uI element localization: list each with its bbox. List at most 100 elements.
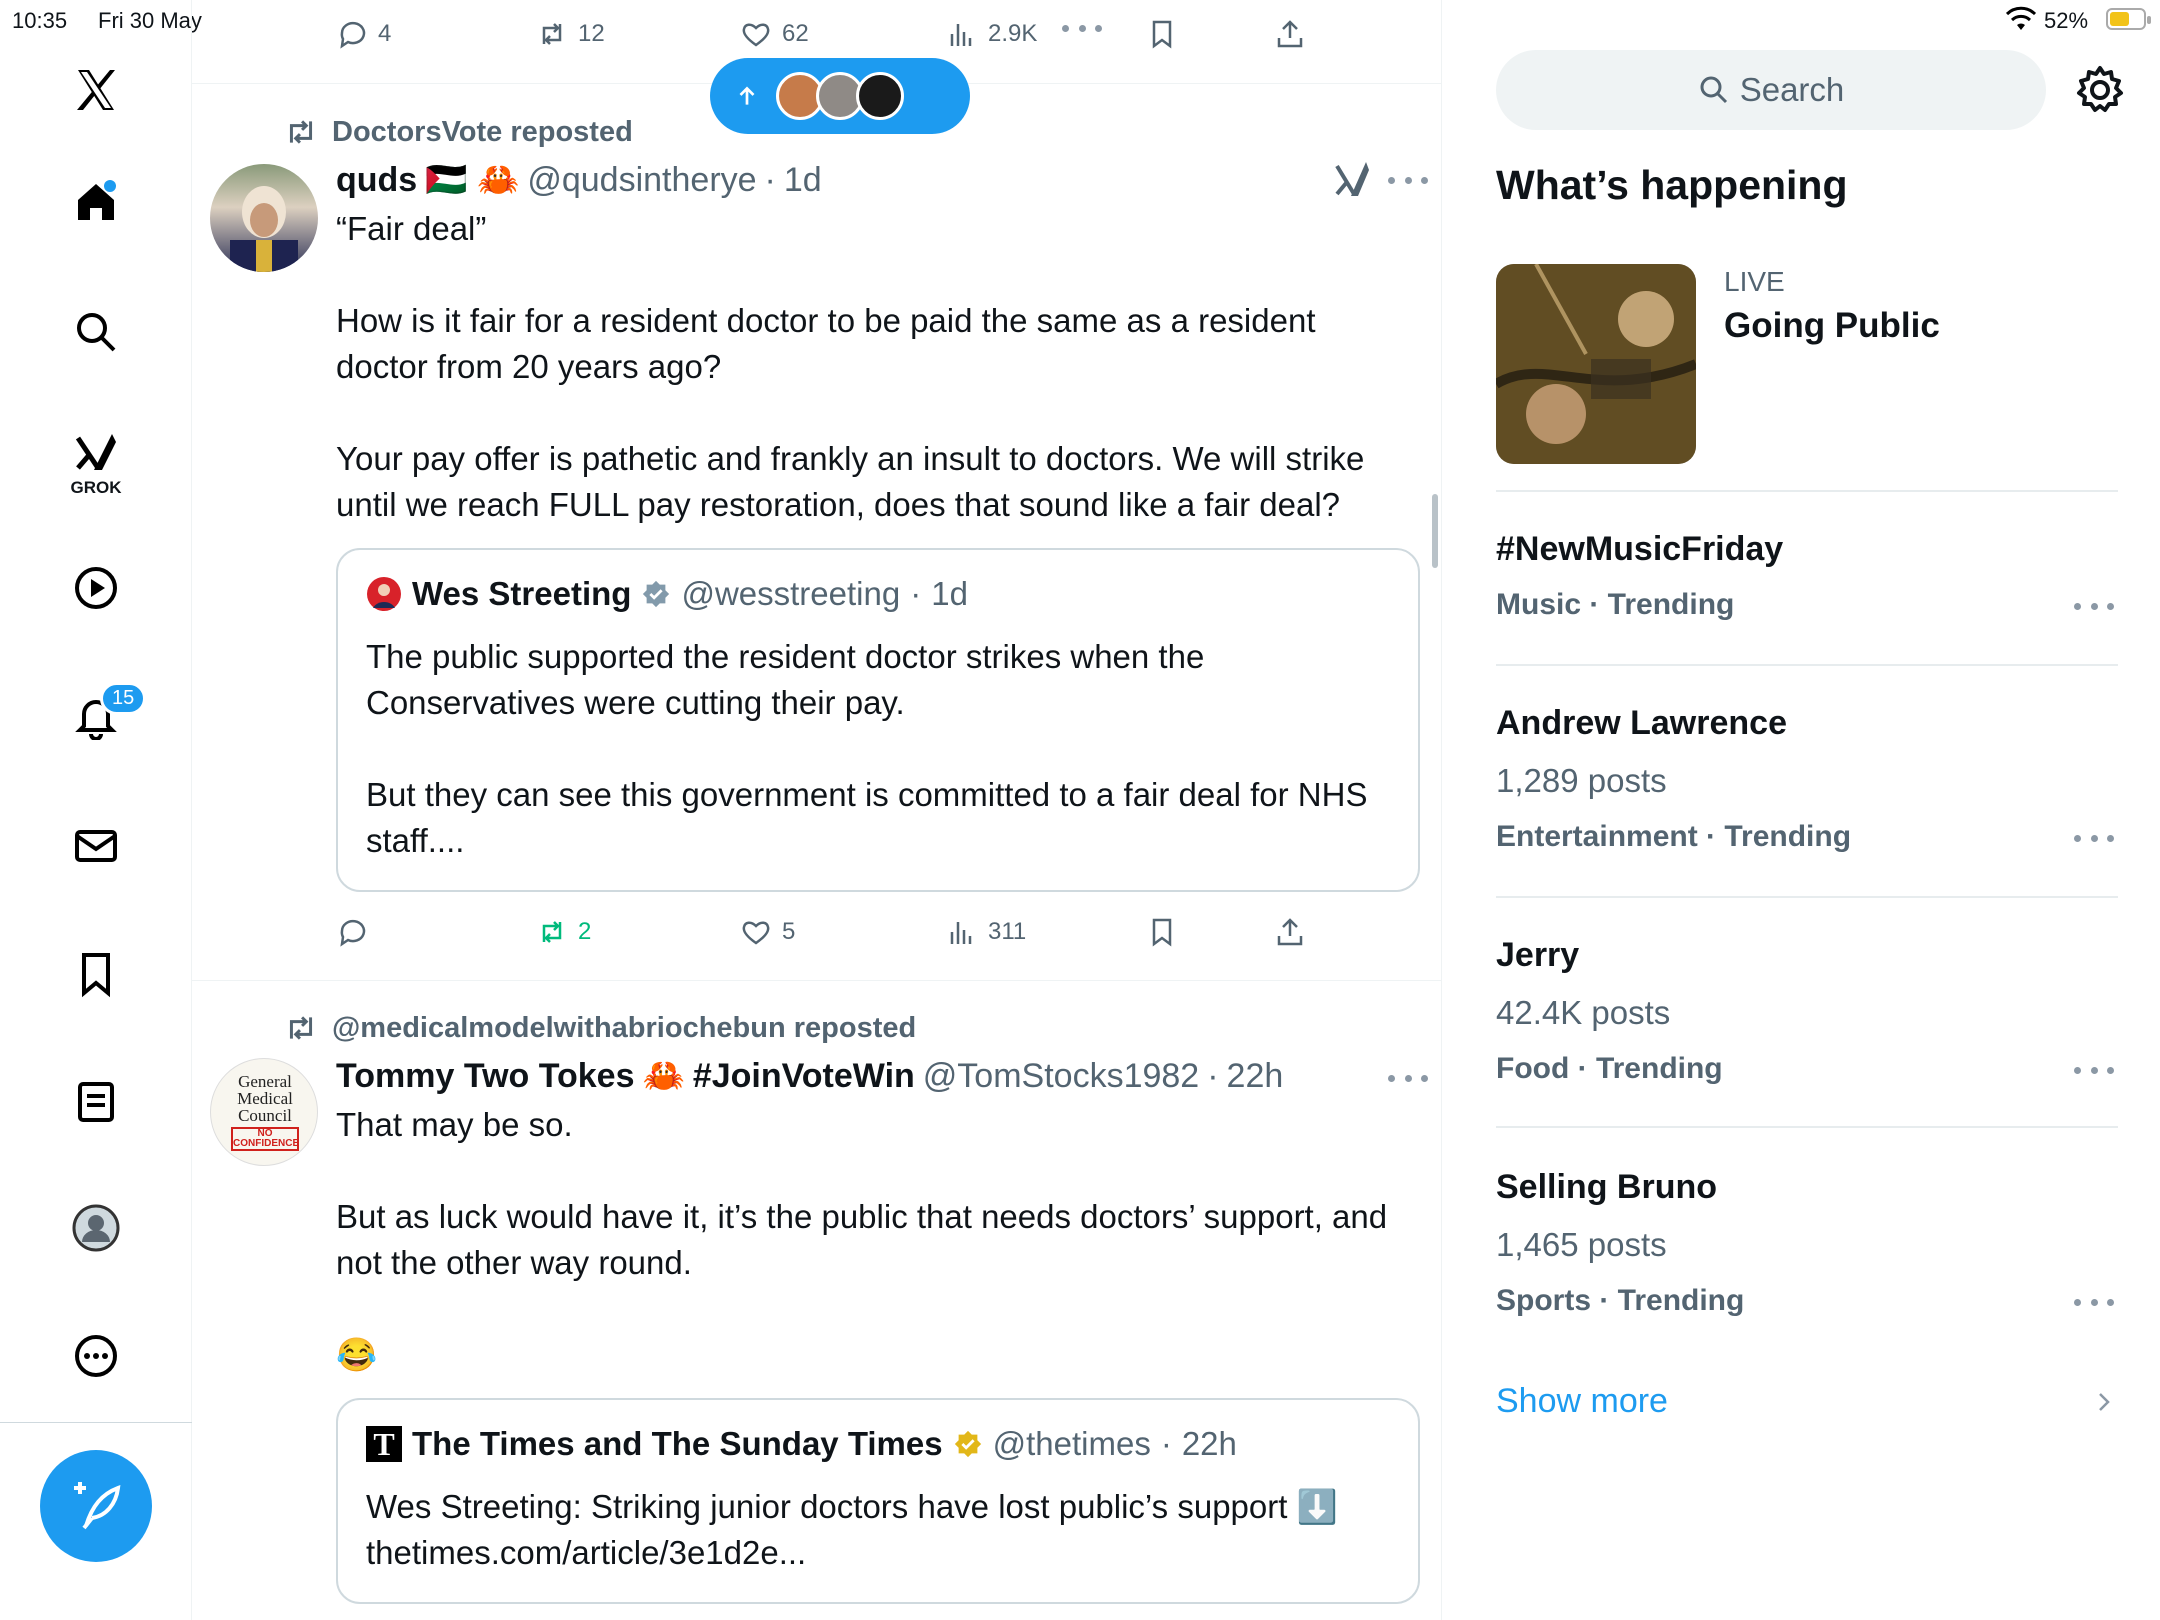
live-event-title[interactable]: Going Public xyxy=(1724,306,1940,346)
previous-post-actions: 4 12 62 2.9K xyxy=(192,14,1441,54)
lists-icon[interactable] xyxy=(56,1062,136,1142)
post-divider xyxy=(192,980,1441,981)
quoted-post-text: Wes Streeting: Striking junior doctors h… xyxy=(366,1488,1338,1571)
nav-divider xyxy=(0,1422,192,1423)
repost-indicator[interactable]: @medicalmodelwithabriochebun reposted xyxy=(284,1008,916,1048)
post-timestamp[interactable]: 1d xyxy=(784,161,822,200)
live-event-thumbnail[interactable] xyxy=(1496,264,1696,464)
repost-indicator-label: DoctorsVote reposted xyxy=(332,115,633,148)
trend-more-options-icon[interactable] xyxy=(2074,596,2114,616)
feed-scrollbar[interactable] xyxy=(1432,494,1438,568)
share-upload-icon xyxy=(1277,918,1303,946)
more-options-icon[interactable] xyxy=(56,1316,136,1396)
views-button[interactable]: 311 xyxy=(946,912,1026,952)
profile-avatar-icon[interactable] xyxy=(56,1188,136,1268)
quoted-author-handle: @wesstreeting xyxy=(681,575,901,612)
home-icon[interactable] xyxy=(56,162,136,242)
post-text: That may be so. But as luck would have i… xyxy=(336,1106,1388,1281)
repost-icon xyxy=(289,1016,313,1040)
author-handle[interactable]: @TomStocks1982 xyxy=(923,1057,1199,1096)
avatar[interactable]: General Medical Council NO CONFIDENCE xyxy=(210,1058,318,1166)
share-upload-icon xyxy=(1277,20,1303,48)
whats-happening-title: What’s happening xyxy=(1496,162,1848,208)
search-icon xyxy=(1700,76,1727,104)
trend-meta: Sports · Trending xyxy=(1496,1284,1745,1317)
trend-post-count: 1,465 posts xyxy=(1496,1226,1667,1263)
trend-more-options-icon[interactable] xyxy=(2074,1060,2114,1080)
reply-button[interactable] xyxy=(336,912,368,952)
new-posts-pill-button[interactable] xyxy=(710,58,970,134)
avatar-text-line: General xyxy=(238,1072,292,1091)
post-header: Tommy Two Tokes 🦀 #JoinVoteWin @TomStock… xyxy=(336,1054,1283,1098)
trend-title[interactable]: #NewMusicFriday xyxy=(1496,530,1783,569)
avatar[interactable] xyxy=(210,164,318,272)
bookmark-icon xyxy=(1152,918,1172,947)
chevron-right-icon xyxy=(2099,1393,2110,1411)
notifications-badge: 15 xyxy=(100,682,147,715)
repost-count: 12 xyxy=(578,20,605,47)
share-button[interactable] xyxy=(1274,14,1306,54)
timeline-feed: 4 12 62 2.9K DoctorsVote reposted quds 🇵… xyxy=(192,0,1442,1620)
avatar-text-line: Medical xyxy=(237,1089,293,1108)
verified-badge-icon xyxy=(643,580,670,608)
bookmark-button[interactable] xyxy=(1146,14,1178,54)
post-timestamp[interactable]: 22h xyxy=(1227,1057,1284,1096)
post-more-options-icon[interactable] xyxy=(1388,1068,1428,1088)
quoted-post-header: T The Times and The Sunday Times @thetim… xyxy=(366,1422,1237,1466)
like-count: 62 xyxy=(782,20,809,47)
x-logo-icon[interactable] xyxy=(56,50,136,130)
post-header: quds 🇵🇸 🦀 @qudsintherye · 1d xyxy=(336,158,822,202)
reply-icon xyxy=(340,919,366,947)
sidebar-nav: GROK 15 xyxy=(0,0,192,1620)
post-more-options-icon[interactable] xyxy=(1388,170,1428,190)
compose-post-button[interactable] xyxy=(40,1450,152,1562)
quoted-author-handle: @thetimes xyxy=(992,1425,1151,1462)
trend-meta: Music · Trending xyxy=(1496,588,1735,621)
trend-divider xyxy=(1496,896,2118,898)
grok-explain-icon[interactable] xyxy=(1334,160,1370,200)
bookmark-button[interactable] xyxy=(1146,912,1178,952)
times-logo-icon: T xyxy=(366,1426,402,1462)
repost-icon xyxy=(542,921,562,943)
views-chart-icon xyxy=(950,24,972,46)
repost-indicator[interactable]: DoctorsVote reposted xyxy=(284,112,633,152)
trend-post-count: 42.4K posts xyxy=(1496,994,1671,1031)
live-label: LIVE xyxy=(1724,266,1785,297)
search-input[interactable]: Search xyxy=(1496,50,2046,130)
trend-more-options-icon[interactable] xyxy=(2074,1292,2114,1312)
search-icon[interactable] xyxy=(56,292,136,372)
repost-button[interactable]: 12 xyxy=(536,14,605,54)
quoted-post-timestamp: 1d xyxy=(931,575,968,612)
separator-dot: · xyxy=(910,575,922,612)
share-button[interactable] xyxy=(1274,912,1306,952)
trend-divider xyxy=(1496,490,2118,492)
video-play-icon[interactable] xyxy=(56,548,136,628)
repost-count: 2 xyxy=(578,918,592,945)
separator-dot: · xyxy=(1207,1056,1219,1095)
settings-gear-icon[interactable] xyxy=(2072,62,2128,118)
show-more-link[interactable]: Show more xyxy=(1496,1382,1668,1421)
post-actions: 2 5 311 xyxy=(192,912,1441,952)
trend-title[interactable]: Jerry xyxy=(1496,936,1579,975)
like-button[interactable]: 5 xyxy=(740,912,795,952)
views-button[interactable]: 2.9K xyxy=(946,14,1037,54)
messages-mail-icon[interactable] xyxy=(56,806,136,886)
trend-title[interactable]: Selling Bruno xyxy=(1496,1168,1717,1207)
author-handle[interactable]: @qudsintherye xyxy=(527,161,756,200)
bookmarks-icon[interactable] xyxy=(56,934,136,1014)
quoted-post-card[interactable]: T The Times and The Sunday Times @thetim… xyxy=(336,1398,1420,1604)
trend-title[interactable]: Andrew Lawrence xyxy=(1496,704,1787,743)
trend-meta: Food · Trending xyxy=(1496,1052,1723,1085)
post-emoji: 😂 xyxy=(336,1336,378,1373)
author-name[interactable]: Tommy Two Tokes xyxy=(336,1057,634,1096)
like-button[interactable]: 62 xyxy=(740,14,809,54)
reply-button[interactable]: 4 xyxy=(336,14,391,54)
trend-more-options-icon[interactable] xyxy=(2074,828,2114,848)
quoted-post-card[interactable]: Wes Streeting @wesstreeting · 1d The pub… xyxy=(336,548,1420,892)
repost-button[interactable]: 2 xyxy=(536,912,591,952)
trend-divider xyxy=(1496,664,2118,666)
more-options-icon[interactable] xyxy=(1062,18,1102,38)
author-crab-emoji: 🦀 xyxy=(642,1057,685,1095)
author-name[interactable]: quds xyxy=(336,161,417,200)
trend-post-count: 1,289 posts xyxy=(1496,762,1667,799)
